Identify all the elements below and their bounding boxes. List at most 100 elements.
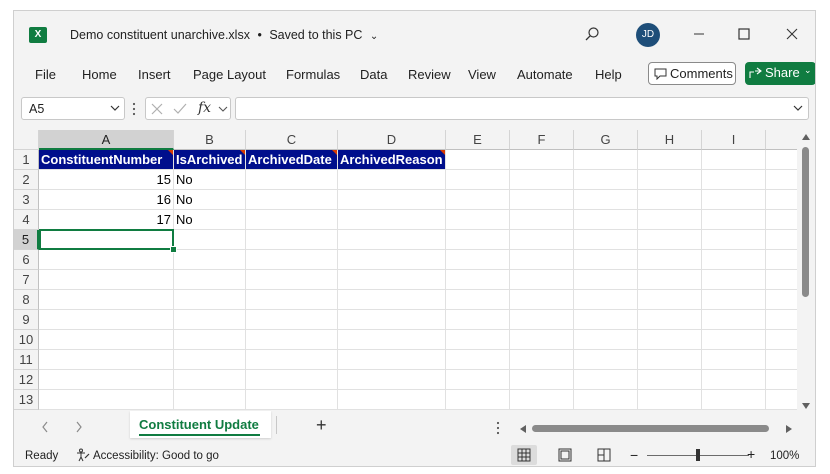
scroll-left-icon[interactable] xyxy=(519,424,527,434)
grid-cell[interactable] xyxy=(574,370,638,390)
grid-cell[interactable] xyxy=(246,390,338,410)
grid-cell[interactable] xyxy=(510,190,574,210)
sheet-tab-constituent-update[interactable]: Constituent Update xyxy=(130,411,271,438)
header-cell-archived-reason[interactable]: ArchivedReason xyxy=(338,150,446,170)
column-header-h[interactable]: H xyxy=(638,130,702,150)
grid-cell[interactable] xyxy=(766,150,797,170)
grid-cell[interactable] xyxy=(446,330,510,350)
grid-cell[interactable] xyxy=(510,330,574,350)
share-button[interactable]: Share ⌄ xyxy=(745,62,815,85)
cell-a2[interactable]: 15 xyxy=(39,170,174,190)
maximize-icon[interactable] xyxy=(736,26,752,42)
grid-cell[interactable] xyxy=(766,270,797,290)
more-sheets-icon[interactable] xyxy=(495,421,501,435)
horizontal-scrollbar[interactable] xyxy=(517,422,797,436)
column-header-f[interactable]: F xyxy=(510,130,574,150)
grid-cell[interactable] xyxy=(702,170,766,190)
select-all-corner[interactable] xyxy=(14,130,39,150)
grid-cell[interactable] xyxy=(39,270,174,290)
user-avatar[interactable]: JD xyxy=(636,23,660,47)
grid-cell[interactable] xyxy=(702,290,766,310)
grid-cell[interactable] xyxy=(766,290,797,310)
header-cell-constituent-number[interactable]: ConstituentNumber xyxy=(39,150,174,170)
active-cell-a5[interactable] xyxy=(39,229,174,250)
cell-b2[interactable]: No xyxy=(174,170,246,190)
search-icon[interactable] xyxy=(584,26,600,42)
grid-cell[interactable] xyxy=(638,250,702,270)
grid-cell[interactable] xyxy=(39,310,174,330)
grid-cell[interactable] xyxy=(702,150,766,170)
tab-insert[interactable]: Insert xyxy=(138,67,171,82)
grid-cell[interactable] xyxy=(446,310,510,330)
scroll-right-icon[interactable] xyxy=(785,424,793,434)
grid-cell[interactable] xyxy=(574,210,638,230)
grid-cell[interactable] xyxy=(338,290,446,310)
grid-cell[interactable] xyxy=(766,350,797,370)
grid-cell[interactable] xyxy=(338,170,446,190)
grid-cell[interactable] xyxy=(510,370,574,390)
zoom-slider-thumb[interactable] xyxy=(696,449,700,461)
grid-cell[interactable] xyxy=(766,210,797,230)
grid-cell[interactable] xyxy=(574,350,638,370)
grid-cell[interactable] xyxy=(638,370,702,390)
grid-cell[interactable] xyxy=(574,290,638,310)
grid-cell[interactable] xyxy=(574,310,638,330)
tab-view[interactable]: View xyxy=(468,67,496,82)
grid-cell[interactable] xyxy=(574,330,638,350)
row-header-13[interactable]: 13 xyxy=(14,390,39,410)
grid-cell[interactable] xyxy=(39,330,174,350)
column-header-i[interactable]: I xyxy=(702,130,766,150)
previous-sheet-icon[interactable] xyxy=(41,421,49,433)
vertical-scrollbar[interactable] xyxy=(799,130,813,412)
header-cell-archived-date[interactable]: ArchivedDate xyxy=(246,150,338,170)
grid-cell[interactable] xyxy=(446,170,510,190)
grid-cell[interactable] xyxy=(638,310,702,330)
grid-cell[interactable] xyxy=(246,250,338,270)
grid-cell[interactable] xyxy=(338,270,446,290)
grid-cell[interactable] xyxy=(446,390,510,410)
row-header-1[interactable]: 1 xyxy=(14,150,39,170)
grid-cell[interactable] xyxy=(702,210,766,230)
grid-cell[interactable] xyxy=(766,170,797,190)
add-sheet-button[interactable]: + xyxy=(316,415,327,436)
grid-cell[interactable] xyxy=(174,230,246,250)
grid-cell[interactable] xyxy=(510,310,574,330)
zoom-out-button[interactable]: − xyxy=(630,447,638,463)
row-header-6[interactable]: 6 xyxy=(14,250,39,270)
column-header-d[interactable]: D xyxy=(338,130,446,150)
grid-cell[interactable] xyxy=(638,150,702,170)
tab-formulas[interactable]: Formulas xyxy=(286,67,340,82)
grid-cell[interactable] xyxy=(702,350,766,370)
more-options-icon[interactable] xyxy=(131,102,137,116)
row-header-2[interactable]: 2 xyxy=(14,170,39,190)
row-header-11[interactable]: 11 xyxy=(14,350,39,370)
grid-cell[interactable] xyxy=(174,390,246,410)
grid-cell[interactable] xyxy=(174,290,246,310)
grid-cell[interactable] xyxy=(39,290,174,310)
column-header-c[interactable]: C xyxy=(246,130,338,150)
grid-cell[interactable] xyxy=(638,390,702,410)
grid-cell[interactable] xyxy=(638,170,702,190)
grid-cell[interactable] xyxy=(638,210,702,230)
grid-cell[interactable] xyxy=(446,290,510,310)
page-layout-view-button[interactable] xyxy=(552,445,578,465)
scroll-up-icon[interactable] xyxy=(801,133,811,141)
grid-cell[interactable] xyxy=(338,390,446,410)
grid-cell[interactable] xyxy=(702,250,766,270)
cell-b3[interactable]: No xyxy=(174,190,246,210)
grid-cell[interactable] xyxy=(246,270,338,290)
grid-cell[interactable] xyxy=(338,230,446,250)
grid-cell[interactable] xyxy=(766,370,797,390)
formula-input[interactable] xyxy=(235,97,809,120)
enter-check-icon[interactable] xyxy=(173,103,187,115)
row-header-8[interactable]: 8 xyxy=(14,290,39,310)
tab-page-layout[interactable]: Page Layout xyxy=(193,67,266,82)
scroll-down-icon[interactable] xyxy=(801,402,811,410)
column-header-g[interactable]: G xyxy=(574,130,638,150)
tab-file[interactable]: File xyxy=(35,67,56,82)
grid-cell[interactable] xyxy=(246,210,338,230)
grid-cell[interactable] xyxy=(338,310,446,330)
grid-cell[interactable] xyxy=(702,190,766,210)
grid-cell[interactable] xyxy=(174,350,246,370)
grid-cell[interactable] xyxy=(446,210,510,230)
